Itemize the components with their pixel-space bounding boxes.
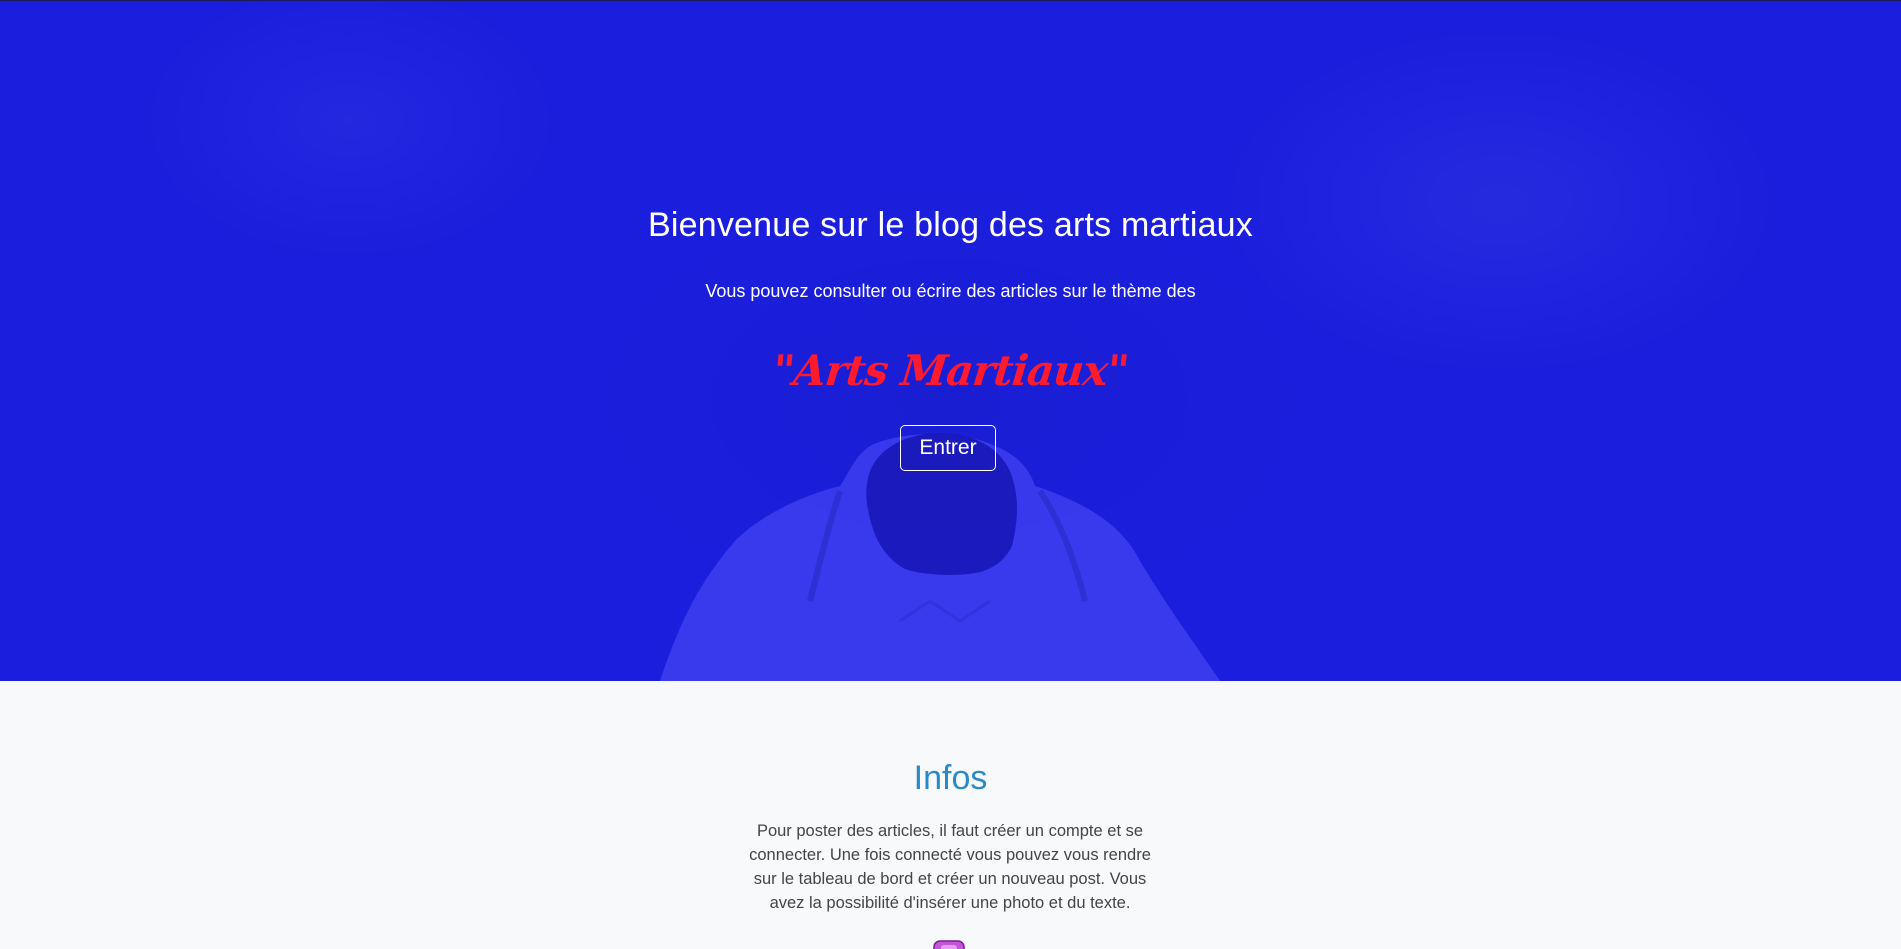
purple-badge-icon: [933, 940, 965, 949]
infos-section: Infos Pour poster des articles, il faut …: [0, 681, 1901, 949]
martial-artist-figure: [660, 433, 1220, 681]
enter-button[interactable]: Entrer: [900, 425, 996, 471]
hero-title: Bienvenue sur le blog des arts martiaux: [647, 206, 1253, 244]
hero-section: Bienvenue sur le blog des arts martiaux …: [0, 1, 1901, 681]
infos-text: Pour poster des articles, il faut créer …: [749, 822, 1151, 912]
hero-highlight: "Arts Martiaux": [770, 346, 1131, 395]
page: Bienvenue sur le blog des arts martiaux …: [0, 0, 1901, 949]
infos-title: Infos: [913, 759, 988, 797]
hero-subtitle: Vous pouvez consulter ou écrire des arti…: [705, 281, 1196, 301]
